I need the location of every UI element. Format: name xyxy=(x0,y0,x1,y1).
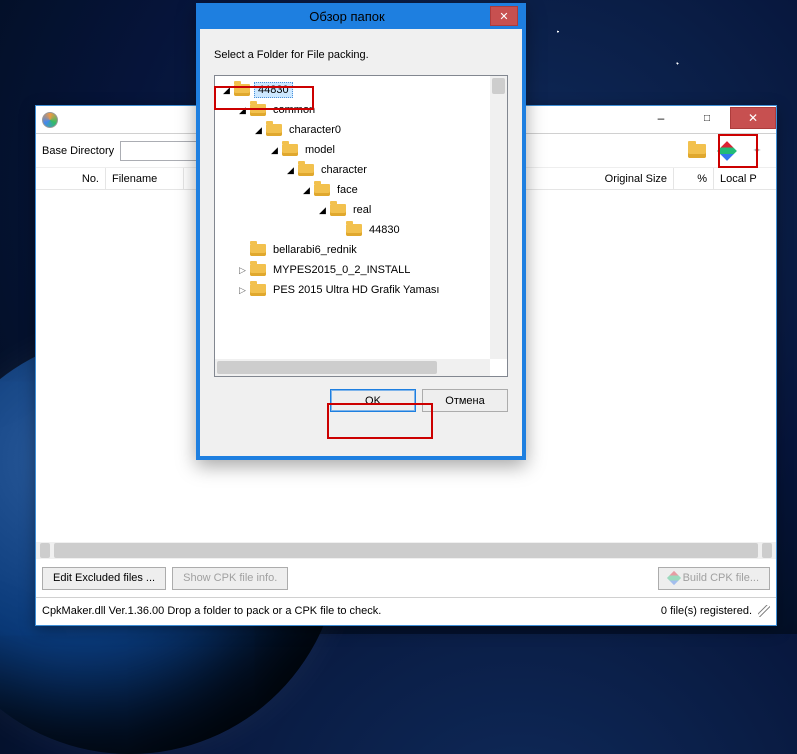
tree-node[interactable]: ◢ character0 xyxy=(217,120,505,140)
build-cpk-button: Build CPK file... xyxy=(658,567,770,590)
folder-icon xyxy=(282,144,298,156)
arrow-expanded-icon[interactable]: ◢ xyxy=(269,145,280,156)
resize-grip[interactable] xyxy=(758,605,770,617)
arrow-collapsed-icon[interactable]: ▷ xyxy=(237,285,248,296)
arrow-expanded-icon[interactable]: ◢ xyxy=(237,105,248,116)
show-cpk-info-button: Show CPK file info. xyxy=(172,567,288,590)
tree-node-label: common xyxy=(270,103,318,117)
arrow-expanded-icon[interactable]: ◢ xyxy=(301,185,312,196)
tree-node-label: character xyxy=(318,163,370,177)
col-localpath[interactable]: Local P xyxy=(714,168,776,189)
tree-node-label: 44830 xyxy=(254,82,293,98)
tree-node-label: character0 xyxy=(286,123,344,137)
folder-icon xyxy=(250,284,266,296)
tree-node-label: face xyxy=(334,183,361,197)
edit-excluded-button[interactable]: Edit Excluded files ... xyxy=(42,567,166,590)
tools-button: ✦ xyxy=(744,138,770,164)
folder-icon xyxy=(314,184,330,196)
tree-node[interactable]: ◢ character xyxy=(217,160,505,180)
folder-icon xyxy=(234,84,250,96)
tree-node[interactable]: ◢ model xyxy=(217,140,505,160)
tree-node-label: PES 2015 Ultra HD Grafik Yaması xyxy=(270,283,443,297)
folder-icon xyxy=(250,104,266,116)
horizontal-scrollbar[interactable] xyxy=(36,542,776,559)
folder-icon xyxy=(250,244,266,256)
arrow-expanded-icon[interactable]: ◢ xyxy=(317,205,328,216)
app-icon xyxy=(42,112,58,128)
status-bar: CpkMaker.dll Ver.1.36.00 Drop a folder t… xyxy=(36,597,776,623)
tree-vertical-scrollbar[interactable] xyxy=(490,76,507,359)
col-no[interactable]: No. xyxy=(36,168,106,189)
dialog-close-button[interactable]: ✕ xyxy=(490,6,518,26)
col-filename[interactable]: Filename xyxy=(106,168,184,189)
arrow-expanded-icon[interactable]: ◢ xyxy=(253,125,264,136)
folder-icon xyxy=(250,264,266,276)
cancel-button[interactable]: Отмена xyxy=(422,389,508,412)
folder-icon xyxy=(298,164,314,176)
minimize-button[interactable]: – xyxy=(638,107,684,129)
dialog-message: Select a Folder for File packing. xyxy=(214,49,508,61)
close-button[interactable]: ✕ xyxy=(730,107,776,129)
arrow-expanded-icon[interactable]: ◢ xyxy=(285,165,296,176)
status-text-left: CpkMaker.dll Ver.1.36.00 Drop a folder t… xyxy=(42,605,381,617)
base-directory-label: Base Directory xyxy=(42,145,114,157)
col-origsize[interactable]: Original Size xyxy=(574,168,674,189)
folder-icon xyxy=(688,144,706,158)
folder-icon xyxy=(330,204,346,216)
tree-node[interactable]: ▷ MYPES2015_0_2_INSTALL xyxy=(217,260,505,280)
arrow-expanded-icon[interactable]: ◢ xyxy=(221,85,232,96)
tree-node-label: model xyxy=(302,143,338,157)
open-folder-button[interactable] xyxy=(684,138,710,164)
gem-icon xyxy=(667,571,681,585)
tree-node-label: MYPES2015_0_2_INSTALL xyxy=(270,263,413,277)
status-text-right: 0 file(s) registered. xyxy=(661,605,752,617)
folder-icon xyxy=(266,124,282,136)
folder-tree[interactable]: ◢ 44830 ◢ common ◢ character0 ◢ model ◢ character… xyxy=(214,75,508,377)
bottom-buttons: Edit Excluded files ... Show CPK file in… xyxy=(36,559,776,597)
settings-button[interactable] xyxy=(714,138,740,164)
col-pct[interactable]: % xyxy=(674,168,714,189)
tree-node[interactable]: ◢ face xyxy=(217,180,505,200)
maximize-button[interactable]: □ xyxy=(684,107,730,129)
tree-node[interactable]: 44830 xyxy=(217,220,505,240)
tree-node-label: real xyxy=(350,203,374,217)
base-directory-input[interactable] xyxy=(120,141,200,161)
tree-node-label: 44830 xyxy=(366,223,403,237)
ok-button[interactable]: OK xyxy=(330,389,416,412)
tree-node[interactable]: bellarabi6_rednik xyxy=(217,240,505,260)
tree-node[interactable]: ▷ PES 2015 Ultra HD Grafik Yaması xyxy=(217,280,505,300)
dialog-title: Обзор папок xyxy=(204,9,490,24)
gem-icon xyxy=(717,141,737,161)
tree-node[interactable]: ◢ 44830 xyxy=(217,80,505,100)
folder-icon xyxy=(346,224,362,236)
tree-horizontal-scrollbar[interactable] xyxy=(215,359,490,376)
folder-browse-dialog: Обзор папок ✕ Select a Folder for File p… xyxy=(196,3,526,460)
tree-node[interactable]: ◢ common xyxy=(217,100,505,120)
tree-node[interactable]: ◢ real xyxy=(217,200,505,220)
tree-node-label: bellarabi6_rednik xyxy=(270,243,360,257)
arrow-collapsed-icon[interactable]: ▷ xyxy=(237,265,248,276)
